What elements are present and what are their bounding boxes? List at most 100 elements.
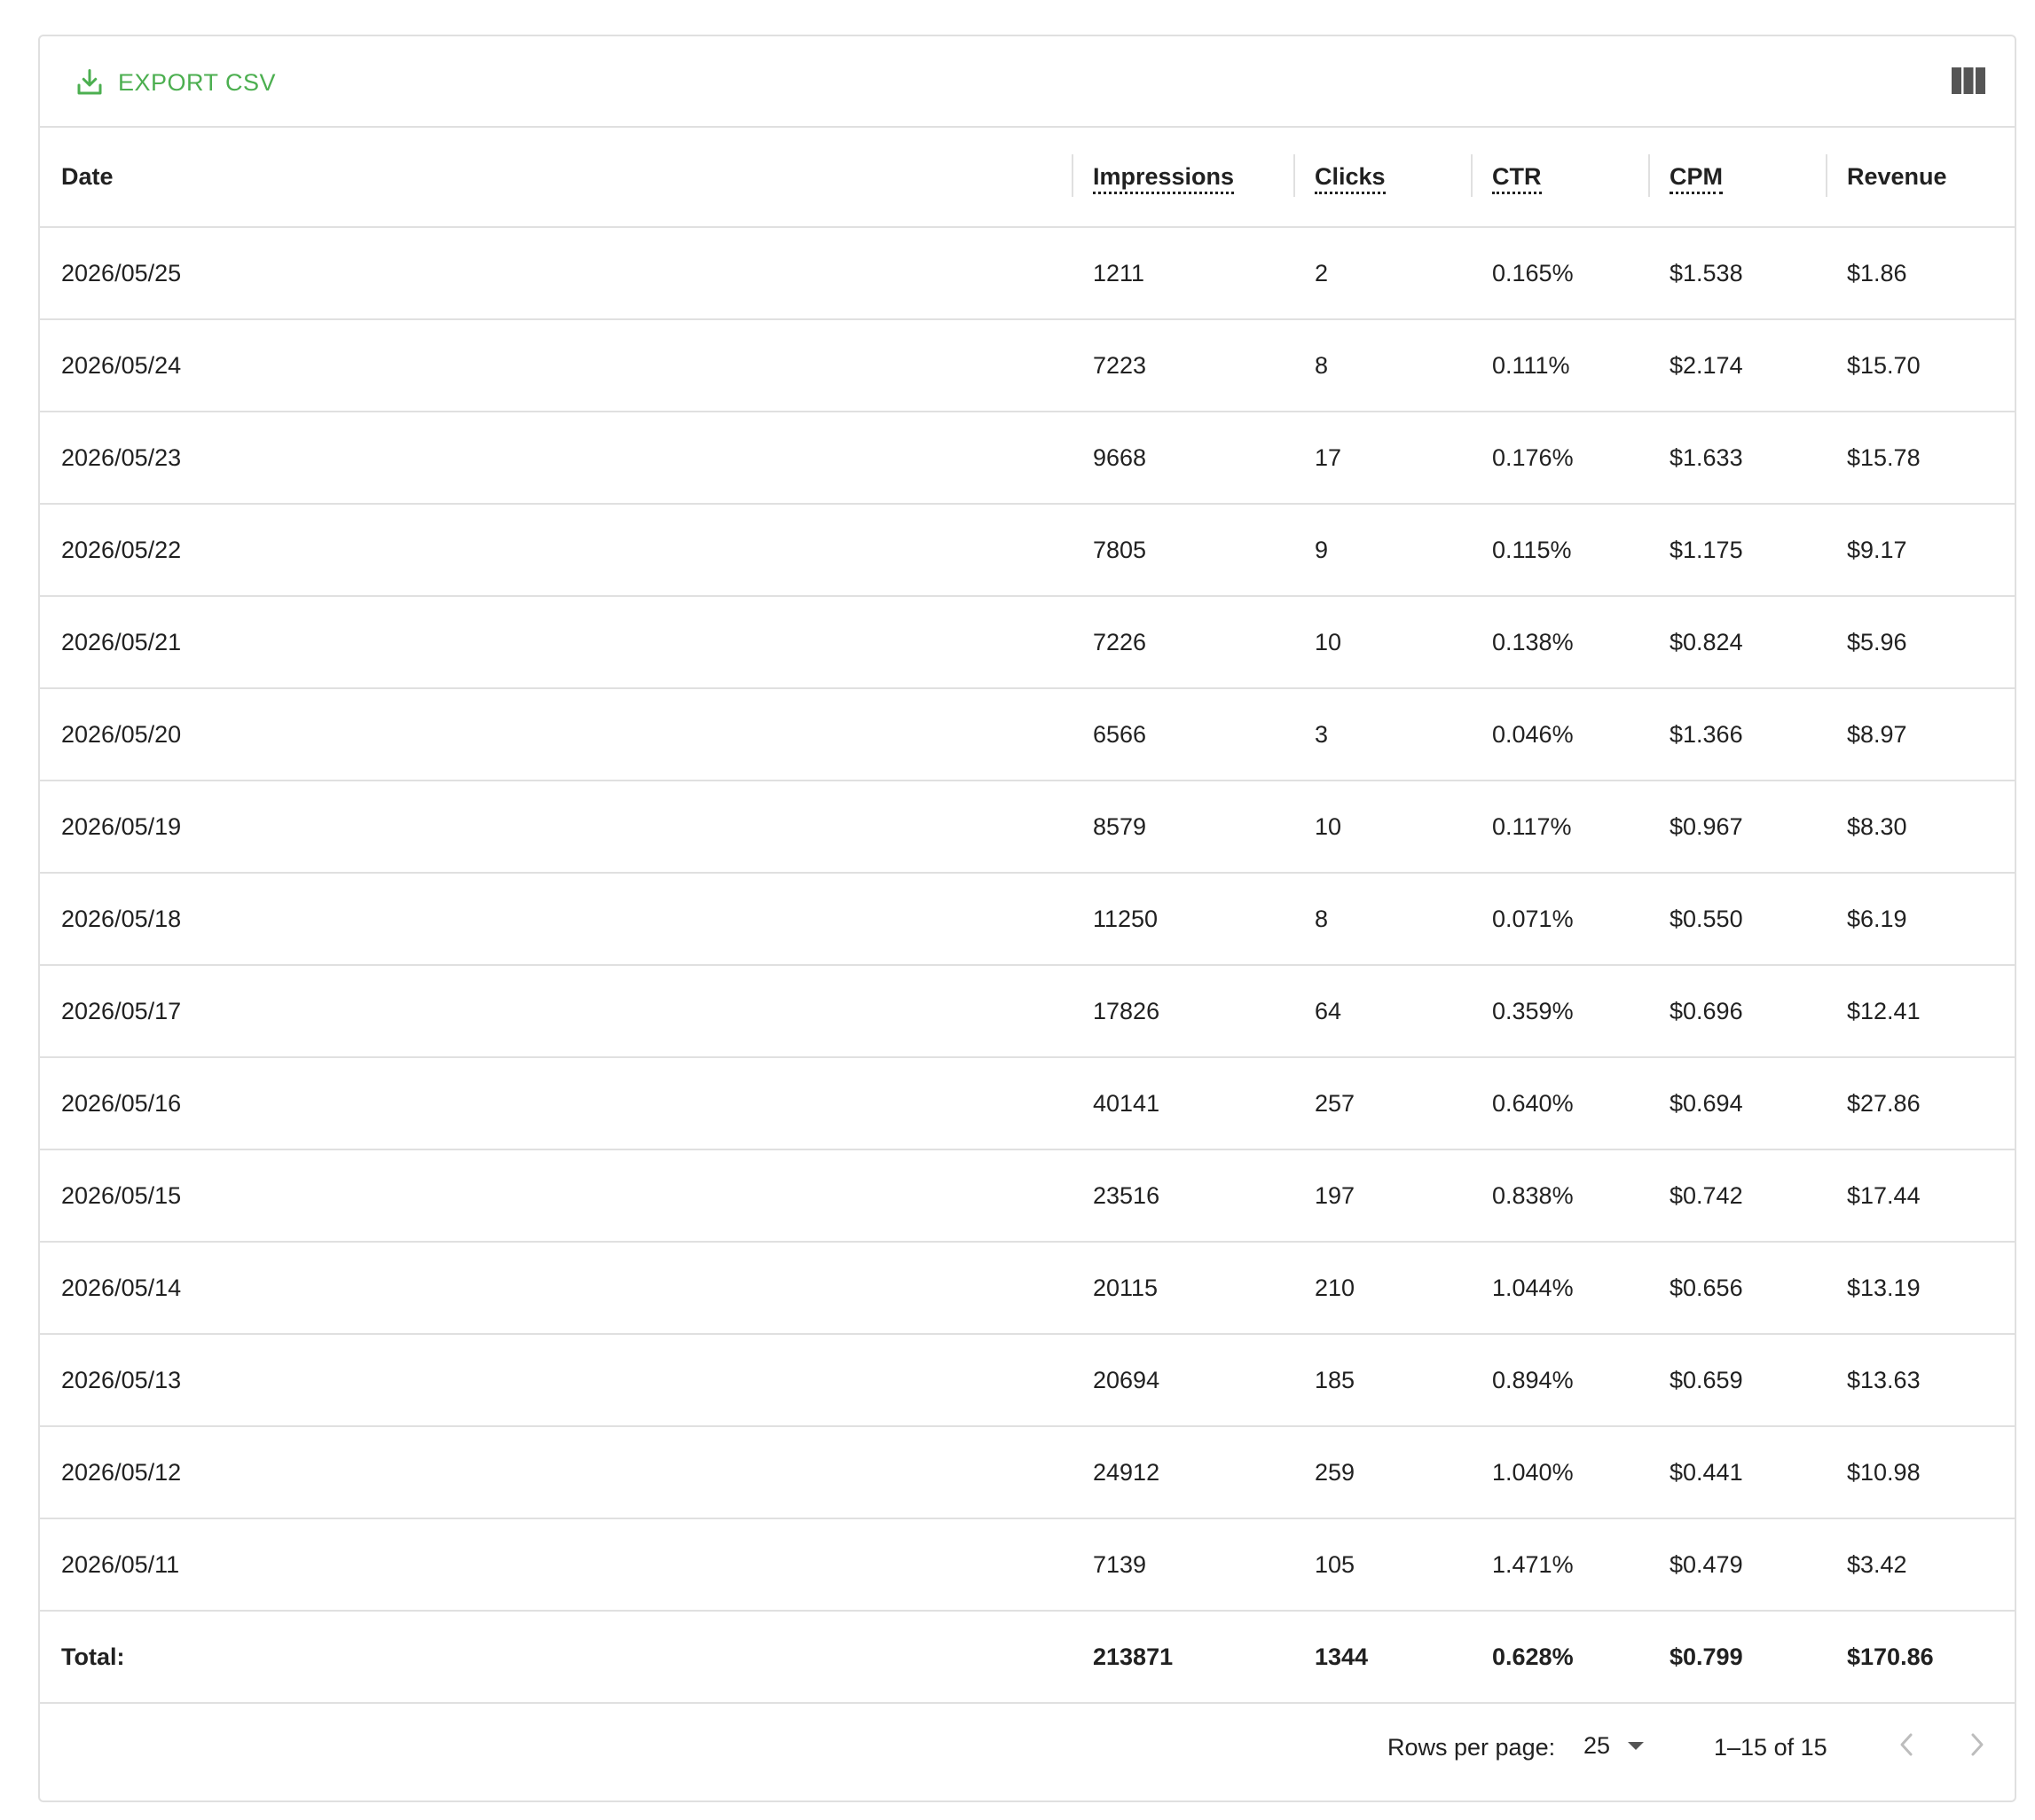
cell-impressions: 7226 (1072, 596, 1293, 689)
column-header-label: CTR (1492, 163, 1542, 194)
column-header-label: CPM (1670, 163, 1723, 194)
table-row[interactable]: 2026/05/24 7223 8 0.111% $2.174 $15.70 (40, 319, 2015, 412)
cell-impressions: 8579 (1072, 781, 1293, 874)
cell-date: 2026/05/24 (40, 319, 1072, 412)
column-header-impressions[interactable]: Impressions (1072, 128, 1293, 228)
rows-per-page-label: Rows per page: (1387, 1734, 1556, 1761)
view-columns-icon (1952, 67, 1985, 98)
table-row[interactable]: 2026/05/14 20115 210 1.044% $0.656 $13.19 (40, 1242, 2015, 1335)
cell-impressions: 7805 (1072, 504, 1293, 597)
cell-date: 2026/05/15 (40, 1149, 1072, 1243)
cell-cpm: $0.479 (1648, 1518, 1826, 1612)
column-header-label: Revenue (1847, 163, 1947, 190)
column-separator[interactable] (1471, 154, 1473, 197)
export-csv-label: EXPORT CSV (118, 68, 277, 96)
rows-per-page-select[interactable]: 25 (1583, 1732, 1645, 1760)
cell-ctr: 0.640% (1471, 1057, 1648, 1150)
column-header-label: Impressions (1093, 163, 1235, 194)
table-row[interactable]: 2026/05/20 6566 3 0.046% $1.366 $8.97 (40, 688, 2015, 781)
column-header-date[interactable]: Date (40, 128, 1072, 228)
cell-ctr: 0.165% (1471, 227, 1648, 320)
cell-clicks: 259 (1293, 1426, 1471, 1519)
chevron-right-icon (1968, 1732, 1986, 1761)
chevron-left-icon (1898, 1732, 1915, 1761)
column-header-ctr[interactable]: CTR (1471, 128, 1648, 228)
table-row[interactable]: 2026/05/16 40141 257 0.640% $0.694 $27.86 (40, 1057, 2015, 1150)
cell-ctr: 0.138% (1471, 596, 1648, 689)
cell-cpm: $1.175 (1648, 504, 1826, 597)
cell-cpm: $0.656 (1648, 1242, 1826, 1335)
grid-toolbar: EXPORT CSV (40, 36, 2015, 128)
cell-date: 2026/05/14 (40, 1242, 1072, 1335)
cell-ctr: 0.838% (1471, 1149, 1648, 1243)
cell-revenue: $15.70 (1826, 319, 2015, 412)
cell-date: 2026/05/17 (40, 965, 1072, 1058)
caret-down-icon (1628, 1742, 1645, 1750)
cell-impressions: 9668 (1072, 412, 1293, 505)
cell-clicks: 185 (1293, 1334, 1471, 1427)
cell-impressions: 17826 (1072, 965, 1293, 1058)
export-csv-button[interactable]: EXPORT CSV (74, 63, 276, 102)
cell-cpm: $0.441 (1648, 1426, 1826, 1519)
cell-clicks: 2 (1293, 227, 1471, 320)
view-columns-button[interactable] (1951, 67, 1986, 98)
table-row[interactable]: 2026/05/21 7226 10 0.138% $0.824 $5.96 (40, 596, 2015, 689)
cell-impressions: 40141 (1072, 1057, 1293, 1150)
column-separator[interactable] (1293, 154, 1295, 197)
cell-clicks: 10 (1293, 781, 1471, 874)
cell-cpm: $1.366 (1648, 688, 1826, 781)
total-label: Total: (40, 1611, 1072, 1704)
table-row[interactable]: 2026/05/25 1211 2 0.165% $1.538 $1.86 (40, 227, 2015, 320)
column-header-label: Clicks (1315, 163, 1386, 194)
cell-revenue: $1.86 (1826, 227, 2015, 320)
cell-ctr: 0.111% (1471, 319, 1648, 412)
total-row: Total: 213871 1344 0.628% $0.799 $170.86 (40, 1611, 2015, 1704)
total-clicks: 1344 (1293, 1611, 1471, 1704)
table-row[interactable]: 2026/05/18 11250 8 0.071% $0.550 $6.19 (40, 873, 2015, 966)
cell-revenue: $8.30 (1826, 781, 2015, 874)
next-page-button[interactable] (1960, 1729, 1995, 1764)
table-row[interactable]: 2026/05/13 20694 185 0.894% $0.659 $13.63 (40, 1334, 2015, 1427)
cell-date: 2026/05/16 (40, 1057, 1072, 1150)
cell-date: 2026/05/25 (40, 227, 1072, 320)
table-row[interactable]: 2026/05/19 8579 10 0.117% $0.967 $8.30 (40, 781, 2015, 874)
header-row: Date Impressions Clicks CTR CPM Revenue (40, 128, 2015, 228)
table-row[interactable]: 2026/05/23 9668 17 0.176% $1.633 $15.78 (40, 412, 2015, 505)
cell-cpm: $1.538 (1648, 227, 1826, 320)
column-header-cpm[interactable]: CPM (1648, 128, 1826, 228)
cell-revenue: $17.44 (1826, 1149, 2015, 1243)
cell-date: 2026/05/12 (40, 1426, 1072, 1519)
column-header-revenue[interactable]: Revenue (1826, 128, 2015, 228)
cell-clicks: 10 (1293, 596, 1471, 689)
previous-page-button[interactable] (1889, 1729, 1924, 1764)
cell-clicks: 210 (1293, 1242, 1471, 1335)
column-separator[interactable] (1826, 154, 1827, 197)
cell-revenue: $9.17 (1826, 504, 2015, 597)
cell-date: 2026/05/20 (40, 688, 1072, 781)
table-row[interactable]: 2026/05/17 17826 64 0.359% $0.696 $12.41 (40, 965, 2015, 1058)
table-row[interactable]: 2026/05/12 24912 259 1.040% $0.441 $10.98 (40, 1426, 2015, 1519)
cell-impressions: 6566 (1072, 688, 1293, 781)
table-row[interactable]: 2026/05/22 7805 9 0.115% $1.175 $9.17 (40, 504, 2015, 597)
cell-clicks: 197 (1293, 1149, 1471, 1243)
cell-cpm: $0.824 (1648, 596, 1826, 689)
page: EXPORT CSV Date Impressions Clicks CTR C… (0, 0, 2035, 1820)
table-row[interactable]: 2026/05/15 23516 197 0.838% $0.742 $17.44 (40, 1149, 2015, 1243)
column-separator[interactable] (1648, 154, 1650, 197)
table-row[interactable]: 2026/05/11 7139 105 1.471% $0.479 $3.42 (40, 1518, 2015, 1612)
cell-clicks: 9 (1293, 504, 1471, 597)
column-header-clicks[interactable]: Clicks (1293, 128, 1471, 228)
cell-revenue: $10.98 (1826, 1426, 2015, 1519)
pagination-footer: Rows per page: 25 1–15 of 15 (40, 1704, 2015, 1793)
cell-impressions: 11250 (1072, 873, 1293, 966)
cell-date: 2026/05/11 (40, 1518, 1072, 1612)
cell-revenue: $13.19 (1826, 1242, 2015, 1335)
cell-revenue: $13.63 (1826, 1334, 2015, 1427)
cell-revenue: $8.97 (1826, 688, 2015, 781)
cell-ctr: 0.176% (1471, 412, 1648, 505)
cell-impressions: 7223 (1072, 319, 1293, 412)
cell-clicks: 17 (1293, 412, 1471, 505)
column-separator[interactable] (1072, 154, 1073, 197)
cell-impressions: 24912 (1072, 1426, 1293, 1519)
cell-impressions: 23516 (1072, 1149, 1293, 1243)
